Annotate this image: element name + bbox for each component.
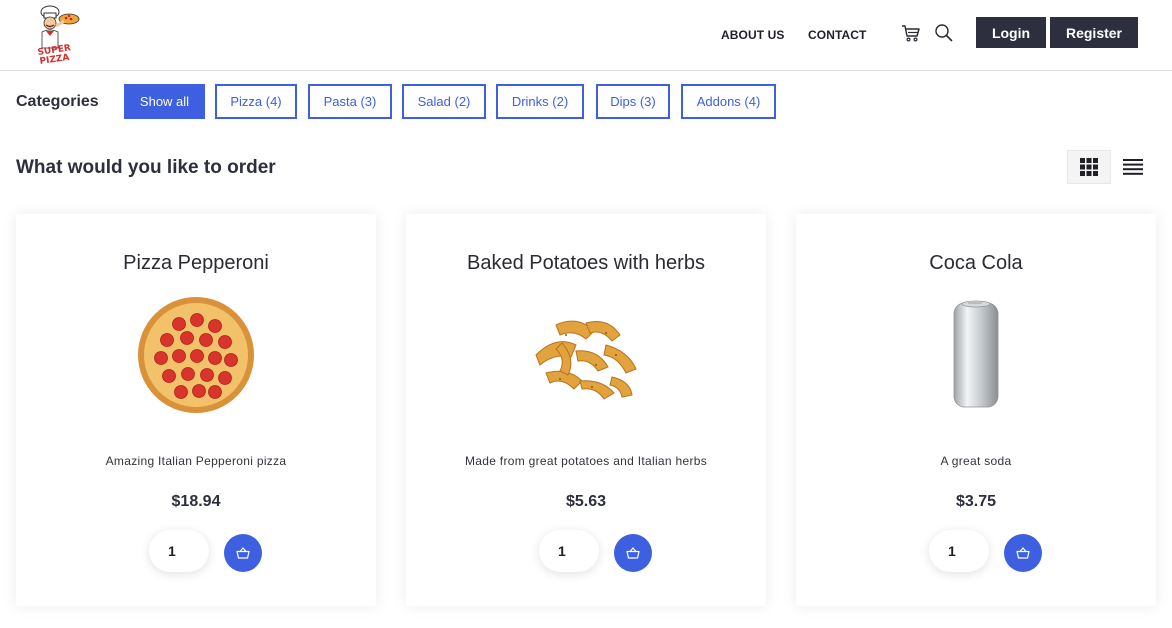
list-icon (1123, 159, 1143, 175)
category-addons-button[interactable]: Addons (4) (681, 84, 776, 119)
nav-contact-link[interactable]: CONTACT (808, 28, 866, 42)
add-to-basket-button[interactable] (224, 534, 262, 572)
potato-wedges-image (501, 290, 671, 420)
category-drinks-button[interactable]: Drinks (2) (496, 84, 584, 119)
quantity-input[interactable] (539, 530, 599, 572)
nav-about-us-link[interactable]: ABOUT US (721, 28, 784, 42)
category-show-all-button[interactable]: Show all (124, 84, 205, 119)
category-salad-button[interactable]: Salad (2) (402, 84, 486, 119)
product-name: Baked Potatoes with herbs (467, 252, 705, 274)
grid-view-toggle[interactable] (1067, 150, 1111, 184)
soda-can-image (891, 290, 1061, 420)
category-pizza-button[interactable]: Pizza (4) (215, 84, 297, 119)
chef-logo-icon[interactable]: SUPER PIZZA (34, 4, 82, 67)
register-button[interactable]: Register (1050, 17, 1138, 48)
product-price: $5.63 (565, 493, 607, 510)
site-header: SUPER PIZZA ABOUT US CONTACT Login Regis… (0, 0, 1172, 71)
grid-icon (1080, 158, 1098, 176)
search-icon[interactable] (934, 23, 954, 43)
category-dips-button[interactable]: Dips (3) (596, 84, 670, 119)
product-name: Coca Cola (929, 252, 1023, 274)
basket-icon (626, 547, 640, 559)
add-to-basket-button[interactable] (1004, 534, 1042, 572)
list-view-toggle[interactable] (1122, 156, 1144, 178)
cart-icon[interactable] (901, 23, 921, 43)
basket-icon (1016, 547, 1030, 559)
category-pasta-button[interactable]: Pasta (3) (308, 84, 392, 119)
basket-icon (236, 547, 250, 559)
quantity-input[interactable] (149, 530, 209, 572)
product-card: Baked Potatoes with herbs Made from grea… (406, 214, 766, 606)
login-button[interactable]: Login (976, 17, 1046, 48)
product-description: A great soda (940, 454, 1012, 468)
product-card: Coca Cola A great soda $3.75 (796, 214, 1156, 606)
product-card: Pizza Pepperoni Amazing Italian Pepperon… (16, 214, 376, 606)
product-description: Made from great potatoes and Italian her… (464, 454, 708, 468)
product-name: Pizza Pepperoni (123, 252, 269, 274)
pepperoni-pizza-image (111, 290, 281, 420)
categories-heading: Categories (16, 93, 99, 110)
product-description: Amazing Italian Pepperoni pizza (105, 454, 287, 468)
add-to-basket-button[interactable] (614, 534, 652, 572)
order-section-title: What would you like to order (16, 157, 276, 178)
quantity-input[interactable] (929, 530, 989, 572)
product-price: $3.75 (955, 493, 997, 510)
product-price: $18.94 (171, 493, 221, 510)
